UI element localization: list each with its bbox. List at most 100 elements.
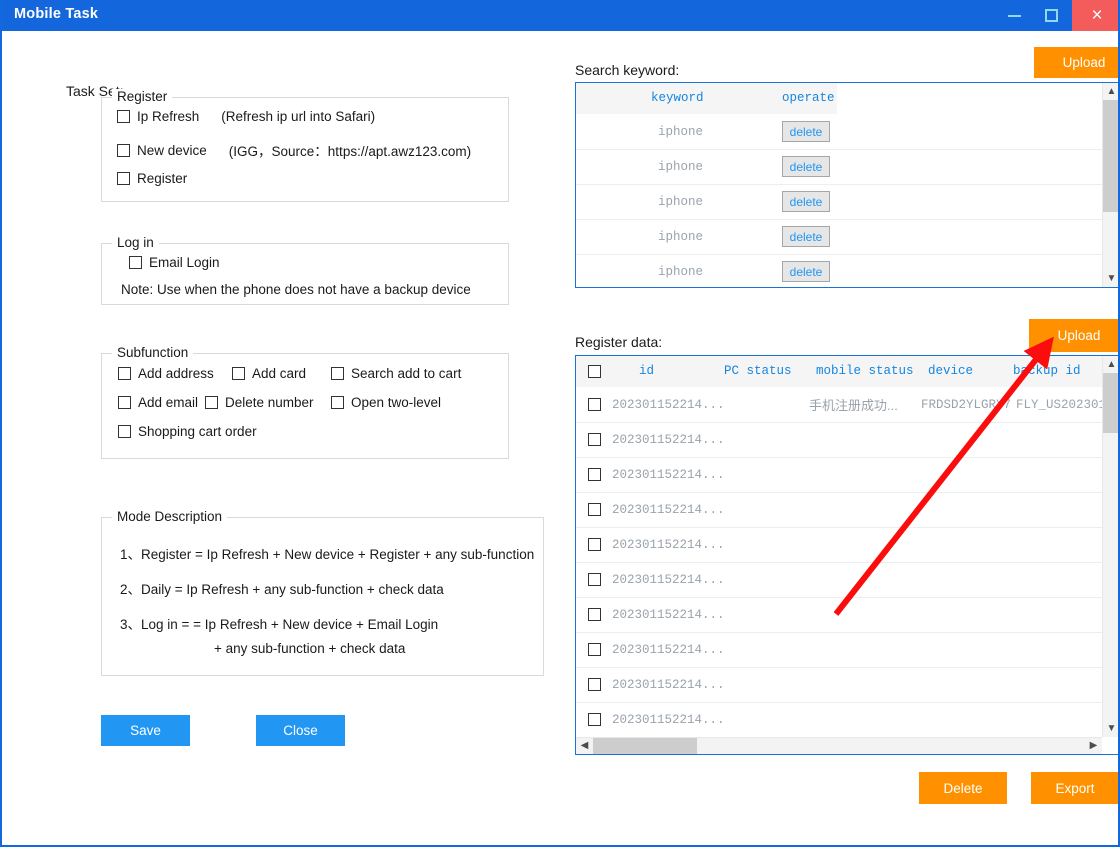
scrollbar-thumb[interactable] [593,738,697,754]
window-title: Mobile Task [14,6,99,22]
checkbox-box-icon[interactable] [118,425,131,438]
cell-id: 202301152214... [612,397,725,412]
table-row[interactable]: iphone delete [576,149,1102,185]
row-checkbox[interactable] [588,468,601,481]
checkbox-box-icon[interactable] [232,367,245,380]
checkbox-new-device[interactable]: New device (IGG，Source：https://apt.awz12… [117,140,471,160]
checkbox-add-email[interactable]: Add email [118,395,198,410]
checkbox-label: Ip Refresh [137,109,200,124]
table-row[interactable]: iphone delete [576,254,1102,287]
row-checkbox[interactable] [588,573,601,586]
upload-keyword-button[interactable]: Upload [1034,47,1118,78]
table-row[interactable]: 202301152214... [576,562,1102,598]
scroll-left-icon[interactable]: ◀ [576,738,593,754]
cell-id: 202301152214... [612,572,725,587]
register-data-panel: id PC status mobile status device backup… [575,355,1118,755]
cell-id: 202301152214... [612,537,725,552]
scrollbar-thumb[interactable] [1103,100,1118,212]
row-checkbox[interactable] [588,503,601,516]
table-row[interactable]: 202301152214... [576,457,1102,493]
scroll-down-icon[interactable]: ▼ [1103,720,1118,737]
checkbox-ip-refresh[interactable]: Ip Refresh (Refresh ip url into Safari) [117,109,375,124]
select-all-checkbox[interactable] [588,365,601,378]
table-row[interactable]: 202301152214... [576,527,1102,563]
delete-keyword-button[interactable]: delete [782,121,830,142]
checkbox-label: Open two-level [351,395,442,410]
column-header-operate: operate [782,91,835,105]
table-row[interactable]: 202301152214... [576,667,1102,703]
checkbox-email-login[interactable]: Email Login [129,255,220,270]
checkbox-box-icon[interactable] [118,367,131,380]
keyword-vertical-scrollbar[interactable]: ▲ ▼ [1102,83,1118,287]
register-horizontal-scrollbar[interactable]: ◀ ▶ [576,737,1102,754]
row-checkbox[interactable] [588,538,601,551]
close-button[interactable]: Close [256,715,345,746]
checkbox-label: Search add to cart [351,366,462,381]
table-row[interactable]: 202301152214... [576,597,1102,633]
minimize-icon [1007,14,1021,17]
scroll-right-icon[interactable]: ▶ [1085,738,1102,754]
close-window-button[interactable]: × [1072,0,1118,31]
table-row[interactable]: 202301152214... 手机注册成功... FRDSD2YLGRY7 F… [576,387,1102,423]
delete-button[interactable]: Delete [919,772,1007,804]
register-table-header: id PC status mobile status device backup… [576,356,1102,387]
table-row[interactable]: 202301152214... [576,702,1102,737]
scroll-up-icon[interactable]: ▲ [1103,83,1118,100]
table-row[interactable]: 202301152214... [576,422,1102,458]
checkbox-label: New device [137,142,207,158]
scroll-up-icon[interactable]: ▲ [1103,356,1118,373]
checkbox-add-address[interactable]: Add address [118,366,214,381]
column-header-pc-status: PC status [724,364,792,378]
cell-id: 202301152214... [612,467,725,482]
checkbox-box-icon[interactable] [331,367,344,380]
checkbox-shopping-cart-order[interactable]: Shopping cart order [118,424,257,439]
table-row[interactable]: iphone delete [576,184,1102,220]
delete-keyword-button[interactable]: delete [782,156,830,177]
mode-line-2: 2、Daily = Ip Refresh + any sub-function … [120,582,444,597]
checkbox-box-icon[interactable] [117,143,130,157]
export-button[interactable]: Export [1031,772,1118,804]
subfunction-group-title: Subfunction [112,345,194,360]
checkbox-label: Add card [252,366,307,381]
checkbox-hint: (IGG，Source：https://apt.awz123.com) [228,144,472,159]
checkbox-box-icon[interactable] [205,396,218,409]
cell-id: 202301152214... [612,712,725,727]
delete-keyword-button[interactable]: delete [782,261,830,282]
row-checkbox[interactable] [588,713,601,726]
scroll-down-icon[interactable]: ▼ [1103,270,1118,287]
row-checkbox[interactable] [588,678,601,691]
register-vertical-scrollbar[interactable]: ▲ ▼ [1102,356,1118,737]
delete-keyword-button[interactable]: delete [782,191,830,212]
table-row[interactable]: iphone delete [576,114,1102,150]
table-row[interactable]: iphone delete [576,219,1102,255]
save-button[interactable]: Save [101,715,190,746]
checkbox-register[interactable]: Register [117,171,187,186]
checkbox-label: Add email [138,395,199,410]
checkbox-delete-number[interactable]: Delete number [205,395,314,410]
row-checkbox[interactable] [588,398,601,411]
delete-keyword-button[interactable]: delete [782,226,830,247]
table-row[interactable]: 202301152214... [576,632,1102,668]
cell-keyword: iphone [658,264,704,279]
maximize-button[interactable] [1028,0,1074,31]
maximize-icon [1044,9,1058,22]
scrollbar-thumb[interactable] [1103,373,1118,433]
mobile-task-window: Mobile Task × Task Set: Register Ip Refr… [0,0,1120,847]
mode-line-4: + any sub-function + check data [214,641,406,656]
checkbox-search-add-to-cart[interactable]: Search add to cart [331,366,461,381]
row-checkbox[interactable] [588,608,601,621]
row-checkbox[interactable] [588,433,601,446]
mode-description-group: Mode Description 1、Register = Ip Refresh… [101,509,544,676]
checkbox-box-icon[interactable] [118,396,131,409]
cell-device: FRDSD2YLGRY7 [921,397,1012,412]
checkbox-add-card[interactable]: Add card [232,366,306,381]
checkbox-box-icon[interactable] [117,172,130,185]
checkbox-box-icon[interactable] [117,110,130,123]
checkbox-box-icon[interactable] [331,396,344,409]
table-row[interactable]: 202301152214... [576,492,1102,528]
upload-register-button[interactable]: Upload [1029,319,1118,352]
checkbox-box-icon[interactable] [129,256,142,269]
checkbox-hint: (Refresh ip url into Safari) [221,109,376,124]
checkbox-open-two-level[interactable]: Open two-level [331,395,441,410]
row-checkbox[interactable] [588,643,601,656]
